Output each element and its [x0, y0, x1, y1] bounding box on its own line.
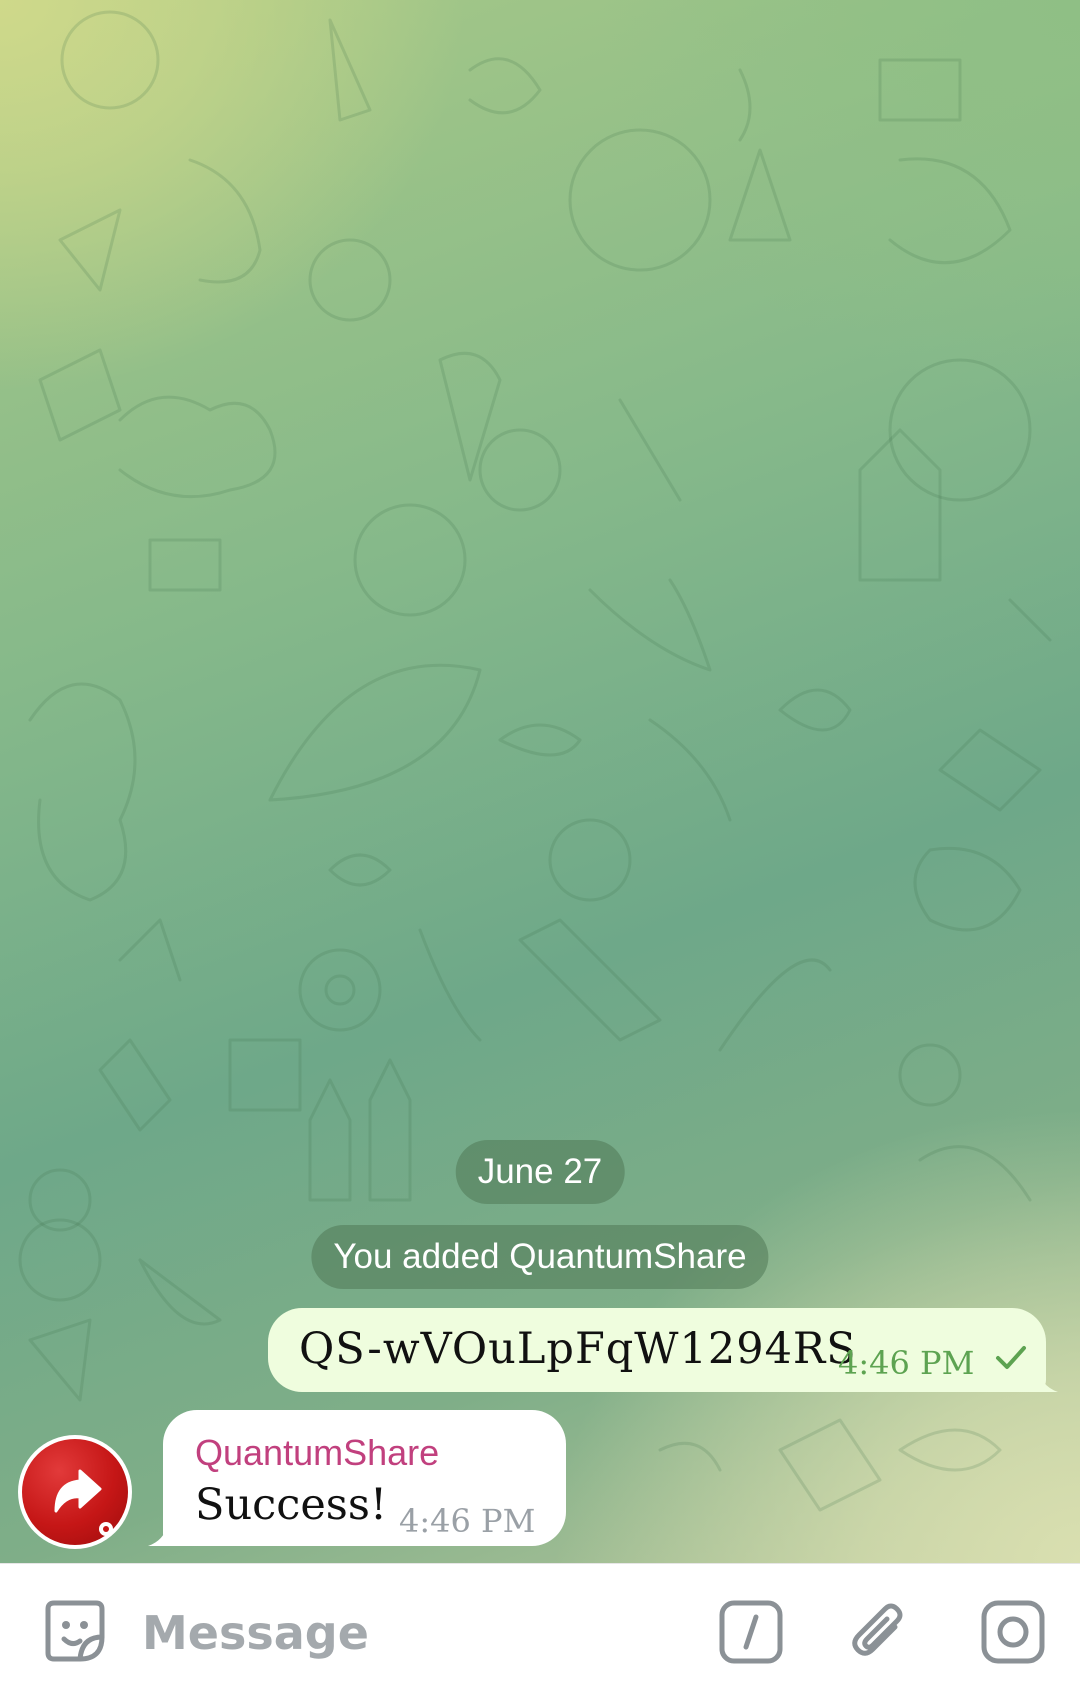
outgoing-message-text: QS-wVOuLpFqW1294RS: [299, 1324, 857, 1374]
sender-name[interactable]: QuantumShare: [195, 1432, 439, 1474]
incoming-message-text: Success!: [195, 1480, 388, 1530]
outgoing-message-time: 4:46 PM: [838, 1344, 975, 1382]
bot-command-icon[interactable]: [716, 1597, 786, 1667]
outgoing-message-bubble[interactable]: QS-wVOuLpFqW1294RS 4:46 PM: [268, 1308, 1046, 1392]
camera-icon[interactable]: [978, 1597, 1048, 1667]
incoming-message-bubble[interactable]: QuantumShare Success! 4:46 PM: [163, 1410, 566, 1546]
message-input[interactable]: [140, 1594, 684, 1672]
avatar[interactable]: [18, 1435, 132, 1549]
incoming-message-time: 4:46 PM: [399, 1502, 536, 1540]
share-arrow-icon: [54, 1469, 113, 1536]
message-input-bar: [0, 1563, 1080, 1701]
sticker-icon[interactable]: [40, 1597, 110, 1667]
avatar-image: [22, 1439, 128, 1545]
date-separator: June 27: [455, 1140, 625, 1204]
sent-check-icon: [996, 1346, 1026, 1369]
attach-icon[interactable]: [845, 1597, 915, 1667]
service-message: You added QuantumShare: [311, 1225, 769, 1289]
